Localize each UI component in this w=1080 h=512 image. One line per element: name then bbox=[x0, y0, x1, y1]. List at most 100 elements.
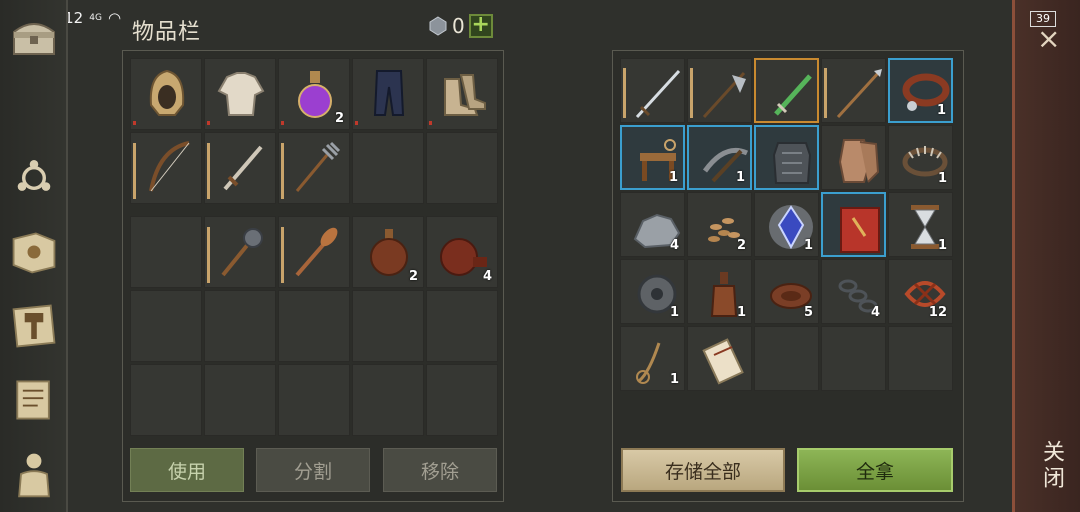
item-quantity: 2 bbox=[334, 111, 344, 126]
durability-bar bbox=[133, 143, 136, 199]
inventory-slot[interactable] bbox=[278, 132, 350, 204]
mace-icon bbox=[221, 228, 263, 277]
backpack-grid: 24 bbox=[130, 216, 498, 436]
inventory-slot[interactable]: 12 bbox=[888, 259, 953, 324]
item-quantity: 1 bbox=[735, 170, 745, 185]
inventory-slot[interactable]: 4 bbox=[821, 259, 886, 324]
inventory-slot[interactable] bbox=[426, 364, 498, 436]
inventory-slot[interactable] bbox=[130, 364, 202, 436]
inventory-slot[interactable] bbox=[278, 216, 350, 288]
inventory-slot[interactable] bbox=[352, 364, 424, 436]
inventory-slot[interactable] bbox=[754, 326, 819, 391]
inventory-slot[interactable] bbox=[130, 216, 202, 288]
crafting-hammer-icon[interactable] bbox=[6, 298, 62, 354]
inventory-slot[interactable] bbox=[426, 132, 498, 204]
durability-bar bbox=[824, 68, 827, 118]
inventory-slot[interactable] bbox=[821, 58, 886, 123]
store-all-button[interactable]: 存储全部 bbox=[621, 448, 785, 492]
inventory-slot[interactable]: 5 bbox=[754, 259, 819, 324]
inventory-slot[interactable] bbox=[352, 290, 424, 362]
inventory-slot[interactable] bbox=[204, 58, 276, 130]
add-currency-button[interactable]: + bbox=[468, 14, 493, 38]
inventory-slot[interactable] bbox=[130, 290, 202, 362]
inventory-slot[interactable] bbox=[687, 58, 752, 123]
character-icon[interactable] bbox=[6, 446, 62, 502]
inventory-slot[interactable]: 1 bbox=[620, 259, 685, 324]
item-quantity: 5 bbox=[803, 305, 813, 320]
storage-grid: 1 1 1 1 4 2 1 1 1 1 5 4 12 1 bbox=[620, 58, 953, 391]
inventory-slot[interactable] bbox=[278, 290, 350, 362]
chest-icon[interactable] bbox=[10, 14, 58, 58]
durability-bar bbox=[429, 121, 432, 125]
item-quantity: 4 bbox=[482, 269, 492, 284]
inventory-slot[interactable]: 4 bbox=[620, 192, 685, 257]
signal-indicator: 4G bbox=[89, 13, 102, 23]
inventory-slot[interactable] bbox=[204, 132, 276, 204]
inventory-slot[interactable] bbox=[620, 58, 685, 123]
item-quantity: 4 bbox=[669, 238, 679, 253]
recipe-book-icon[interactable] bbox=[6, 224, 62, 280]
item-quantity: 1 bbox=[669, 372, 679, 387]
item-quantity: 1 bbox=[736, 305, 746, 320]
boots-icon bbox=[444, 74, 486, 116]
durability-bar bbox=[133, 121, 136, 125]
durability-bar bbox=[623, 68, 626, 118]
currency-display: 0 + bbox=[428, 14, 493, 38]
inventory-slot[interactable] bbox=[821, 326, 886, 391]
inventory-slot[interactable] bbox=[821, 192, 886, 257]
durability-bar bbox=[281, 121, 284, 125]
armor-icon bbox=[772, 142, 812, 184]
inventory-slot[interactable] bbox=[754, 58, 819, 123]
notification-badge: 39 bbox=[1030, 11, 1056, 27]
green-dagger-icon bbox=[774, 74, 812, 116]
skills-icon[interactable] bbox=[6, 150, 62, 206]
inventory-slot[interactable] bbox=[821, 125, 886, 190]
take-all-button[interactable]: 全拿 bbox=[797, 448, 953, 492]
inventory-slot[interactable] bbox=[352, 58, 424, 130]
item-quantity: 2 bbox=[736, 238, 746, 253]
inventory-slot[interactable] bbox=[130, 58, 202, 130]
durability-bar bbox=[281, 143, 284, 199]
inventory-slot[interactable]: 1 bbox=[687, 259, 752, 324]
inventory-slot[interactable] bbox=[426, 58, 498, 130]
close-panel[interactable]: × 关闭 bbox=[1012, 0, 1080, 512]
remove-button[interactable]: 移除 bbox=[383, 448, 497, 492]
inventory-slot[interactable]: 1 bbox=[888, 125, 953, 190]
inventory-slot[interactable] bbox=[352, 132, 424, 204]
inventory-slot[interactable] bbox=[426, 290, 498, 362]
paddle-icon bbox=[295, 227, 338, 277]
inventory-slot[interactable] bbox=[130, 132, 202, 204]
inventory-slot[interactable]: 2 bbox=[278, 58, 350, 130]
inventory-slot[interactable]: 4 bbox=[426, 216, 498, 288]
inventory-slot[interactable]: 1 bbox=[888, 192, 953, 257]
item-quantity: 1 bbox=[803, 238, 813, 253]
close-label[interactable]: 关闭 bbox=[1035, 440, 1067, 492]
inventory-slot[interactable]: 2 bbox=[687, 192, 752, 257]
inventory-slot[interactable]: 1 bbox=[754, 192, 819, 257]
item-quantity: 1 bbox=[668, 170, 678, 185]
use-button[interactable]: 使用 bbox=[130, 448, 244, 492]
inventory-slot[interactable] bbox=[687, 326, 752, 391]
inventory-slot[interactable]: 2 bbox=[352, 216, 424, 288]
inventory-slot[interactable]: 1 bbox=[687, 125, 752, 190]
inventory-slot[interactable]: 1 bbox=[620, 326, 685, 391]
inventory-slot[interactable] bbox=[204, 364, 276, 436]
inventory-slot[interactable] bbox=[754, 125, 819, 190]
wifi-icon: ◠ bbox=[107, 9, 122, 27]
inventory-slot[interactable]: 1 bbox=[888, 58, 953, 123]
split-button[interactable]: 分割 bbox=[256, 448, 370, 492]
sidebar bbox=[0, 0, 68, 512]
inventory-slot[interactable] bbox=[278, 364, 350, 436]
inventory-slot[interactable] bbox=[204, 216, 276, 288]
bow-icon bbox=[149, 141, 190, 192]
inventory-slot[interactable] bbox=[888, 326, 953, 391]
durability-bar bbox=[355, 121, 358, 125]
durability-bar bbox=[207, 143, 210, 199]
item-quantity: 1 bbox=[937, 238, 947, 253]
inventory-slot[interactable] bbox=[204, 290, 276, 362]
inventory-slot[interactable]: 1 bbox=[620, 125, 685, 190]
gauntlet-icon bbox=[838, 139, 880, 183]
quest-scroll-icon[interactable] bbox=[6, 372, 62, 428]
longsword-icon bbox=[635, 69, 681, 119]
scroll-icon bbox=[702, 338, 744, 385]
